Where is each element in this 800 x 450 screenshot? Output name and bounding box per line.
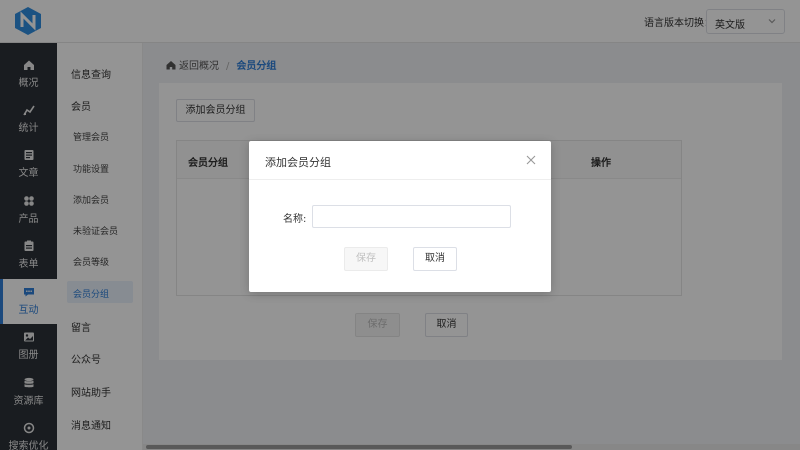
name-input[interactable] <box>312 205 511 228</box>
dialog-save-button[interactable]: 保存 <box>344 247 388 271</box>
name-label: 名称: <box>283 214 307 225</box>
close-icon[interactable] <box>526 155 536 165</box>
dialog-cancel-button[interactable]: 取消 <box>413 247 457 271</box>
dialog-title: 添加会员分组 <box>265 156 331 169</box>
add-member-group-dialog: 添加会员分组 名称: 保存 取消 <box>249 141 551 292</box>
dialog-header: 添加会员分组 <box>249 141 551 180</box>
